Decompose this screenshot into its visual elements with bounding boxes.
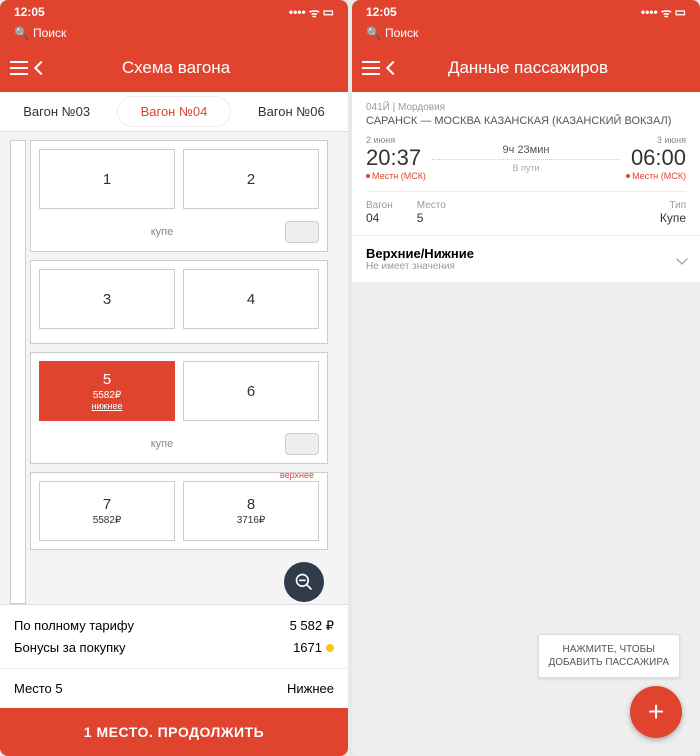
seat-3[interactable]: 3 <box>39 269 175 329</box>
status-icons: ••••ᯤ▭ <box>641 4 686 21</box>
duration-sub: В пути <box>432 163 620 173</box>
wagon-tab-04[interactable]: Вагон №04 <box>117 96 230 127</box>
header: Схема вагона <box>0 44 348 92</box>
compartment: 5 5582₽ нижнее 6 купе <box>30 352 328 464</box>
search-label: Поиск <box>385 26 418 40</box>
search-label: Поиск <box>33 26 66 40</box>
seat-8[interactable]: верхнее 8 3716₽ <box>183 481 319 541</box>
back-icon[interactable] <box>34 61 48 75</box>
search-icon: 🔍 <box>14 26 29 40</box>
compartment-label: купе <box>39 226 285 238</box>
compartment: 3 4 <box>30 260 328 344</box>
table-icon <box>285 221 319 243</box>
seat-val: 5 <box>417 211 446 225</box>
seat-6[interactable]: 6 <box>183 361 319 421</box>
search-back-row[interactable]: 🔍 Поиск <box>0 24 348 44</box>
arr-date: 3 июня <box>657 135 686 145</box>
coach-canvas[interactable]: 1 2 купе 3 4 5 5582₽ нижнее 6 <box>0 132 348 604</box>
duration: 9ч 23мин <box>432 144 620 156</box>
wagon-tabs: Вагон №03 Вагон №04 Вагон №06 <box>0 92 348 132</box>
continue-button[interactable]: 1 МЕСТО. ПРОДОЛЖИТЬ <box>0 708 348 756</box>
status-time: 12:05 <box>14 5 45 19</box>
berth-preference-row[interactable]: Верхние/Нижние Не имеет значения <box>352 235 700 282</box>
dep-date: 2 июня <box>366 135 426 145</box>
pref-title: Верхние/Нижние <box>366 246 474 261</box>
page-title: Данные пассажиров <box>406 58 650 78</box>
corridor <box>10 140 26 604</box>
seat-4[interactable]: 4 <box>183 269 319 329</box>
phone-passengers: 12:05 ••••ᯤ▭ 🔍 Поиск Данные пассажиров 0… <box>352 0 700 756</box>
berth-tag: верхнее <box>280 470 314 480</box>
seat-5[interactable]: 5 5582₽ нижнее <box>39 361 175 421</box>
header: Данные пассажиров <box>352 44 700 92</box>
table-icon <box>285 433 319 455</box>
search-icon: 🔍 <box>366 26 381 40</box>
wagon-val: 04 <box>366 211 393 225</box>
wagon-label: Вагон <box>366 200 393 211</box>
selected-berth: Нижнее <box>287 681 334 696</box>
dep-time: 20:37 <box>366 145 426 171</box>
compartment-label: купе <box>39 438 285 450</box>
arr-tz: Местн (МСК) <box>626 171 686 181</box>
page-title: Схема вагона <box>54 58 298 78</box>
seat-7[interactable]: 7 5582₽ <box>39 481 175 541</box>
arr-time: 06:00 <box>631 145 686 171</box>
bonus-label: Бонусы за покупку <box>14 640 126 655</box>
pref-sub: Не имеет значения <box>366 261 474 272</box>
wagon-tab-06[interactable]: Вагон №06 <box>235 92 348 131</box>
full-fare-value: 5 582 ₽ <box>290 618 334 634</box>
type-val: Купе <box>660 211 686 225</box>
seat-2[interactable]: 2 <box>183 149 319 209</box>
selected-seat: Место 5 <box>14 681 63 696</box>
price-summary: По полному тарифу 5 582 ₽ Бонусы за поку… <box>0 604 348 668</box>
search-back-row[interactable]: 🔍 Поиск <box>352 24 700 44</box>
seat-1[interactable]: 1 <box>39 149 175 209</box>
status-icons: ••••ᯤ▭ <box>289 4 334 21</box>
status-time: 12:05 <box>366 5 397 19</box>
bonus-icon <box>326 644 334 652</box>
compartment: 1 2 купе <box>30 140 328 252</box>
status-bar: 12:05 ••••ᯤ▭ <box>0 0 348 24</box>
menu-icon[interactable] <box>362 61 380 75</box>
route: САРАНСК — МОСКВА КАЗАНСКАЯ (КАЗАНСКИЙ ВО… <box>366 115 686 127</box>
add-passenger-button[interactable]: + <box>630 686 682 738</box>
add-passenger-tooltip: НАЖМИТЕ, ЧТОБЫ ДОБАВИТЬ ПАССАЖИРА <box>538 634 681 678</box>
wagon-tab-03[interactable]: Вагон №03 <box>0 92 113 131</box>
plus-icon: + <box>648 696 664 728</box>
status-bar: 12:05 ••••ᯤ▭ <box>352 0 700 24</box>
trip-card: 041Й | Мордовия САРАНСК — МОСКВА КАЗАНСК… <box>352 92 700 235</box>
seat-summary-row[interactable]: Место 5 Нижнее <box>0 668 348 708</box>
train-id: 041Й | Мордовия <box>366 102 686 113</box>
back-icon[interactable] <box>386 61 400 75</box>
bonus-value: 1671 <box>293 640 322 655</box>
dep-tz: Местн (МСК) <box>366 171 426 181</box>
compartment: 7 5582₽ верхнее 8 3716₽ <box>30 472 328 550</box>
full-fare-label: По полному тарифу <box>14 618 134 634</box>
zoom-out-button[interactable] <box>284 562 324 602</box>
phone-coach-scheme: 12:05 ••••ᯤ▭ 🔍 Поиск Схема вагона Вагон … <box>0 0 348 756</box>
passengers-body: НАЖМИТЕ, ЧТОБЫ ДОБАВИТЬ ПАССАЖИРА + <box>352 282 700 756</box>
seat-label: Место <box>417 200 446 211</box>
menu-icon[interactable] <box>10 61 28 75</box>
type-label: Тип <box>669 200 686 211</box>
chevron-down-icon <box>676 253 687 264</box>
